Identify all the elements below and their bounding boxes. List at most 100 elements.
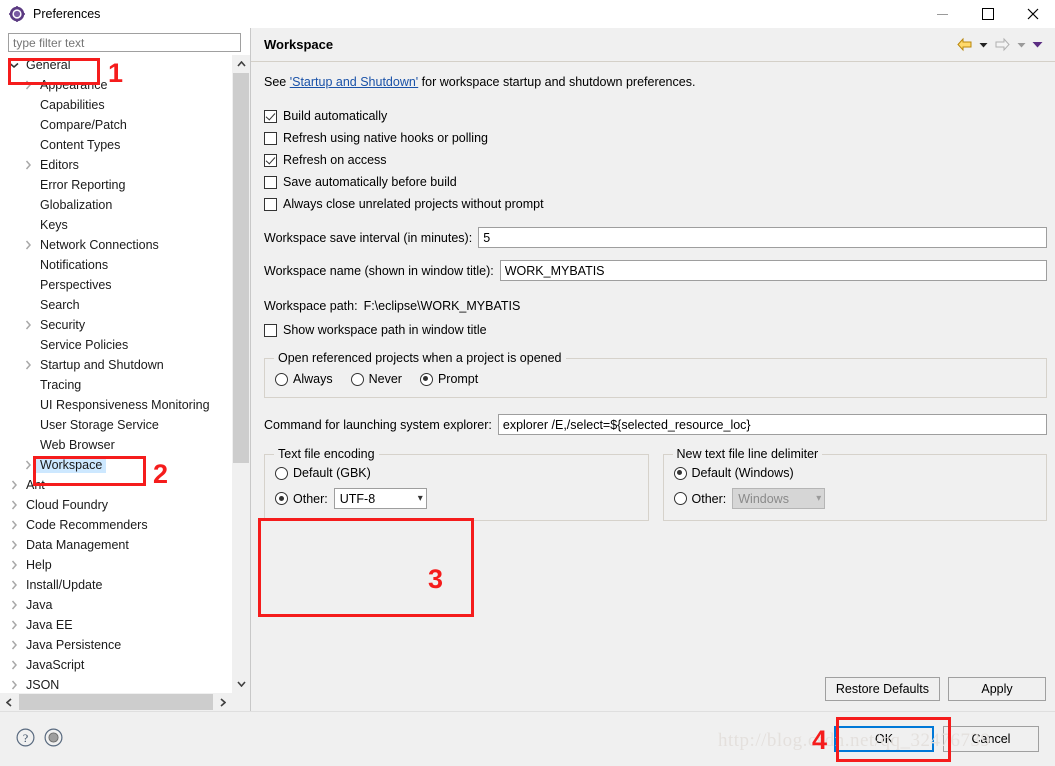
- search-input[interactable]: [8, 33, 241, 52]
- filter-circle-icon[interactable]: [44, 728, 63, 750]
- sidebar-item-general[interactable]: General: [0, 55, 232, 75]
- footer-icons: ?: [0, 728, 63, 750]
- sidebar-item-data-management[interactable]: Data Management: [0, 535, 232, 555]
- scroll-down-icon[interactable]: [232, 675, 250, 693]
- close-button[interactable]: [1010, 0, 1055, 28]
- sidebar-item-tracing[interactable]: Tracing: [0, 375, 232, 395]
- chevron-right-icon[interactable]: [20, 320, 36, 330]
- radio-box: [350, 372, 364, 386]
- chevron-right-icon[interactable]: [6, 640, 22, 650]
- checkbox-refresh-using-native-hooks-or-polling[interactable]: Refresh using native hooks or polling: [264, 127, 1047, 149]
- save-interval-input[interactable]: [478, 227, 1047, 248]
- sidebar-item-cloud-foundry[interactable]: Cloud Foundry: [0, 495, 232, 515]
- sidebar-item-web-browser[interactable]: Web Browser: [0, 435, 232, 455]
- view-menu-icon[interactable]: [1030, 39, 1045, 50]
- sidebar-item-ant[interactable]: Ant: [0, 475, 232, 495]
- show-workspace-path-checkbox[interactable]: Show workspace path in window title: [264, 319, 1047, 341]
- scroll-up-icon[interactable]: [232, 55, 250, 73]
- preference-tree[interactable]: General Appearance Capabilities Compare/Pat…: [0, 55, 232, 693]
- scroll-track[interactable]: [232, 73, 250, 675]
- chevron-right-icon[interactable]: [6, 480, 22, 490]
- sidebar-item-appearance[interactable]: Appearance: [0, 75, 232, 95]
- minimize-button[interactable]: [920, 0, 965, 28]
- scroll-left-icon[interactable]: [0, 693, 18, 711]
- sidebar-item-ui-responsiveness-monitoring[interactable]: UI Responsiveness Monitoring: [0, 395, 232, 415]
- sidebar-item-startup-and-shutdown[interactable]: Startup and Shutdown: [0, 355, 232, 375]
- chevron-right-icon[interactable]: [6, 660, 22, 670]
- sidebar-item-json[interactable]: JSON: [0, 675, 232, 693]
- help-question-icon[interactable]: ?: [16, 728, 35, 750]
- chevron-right-icon[interactable]: [20, 460, 36, 470]
- cancel-button[interactable]: Cancel: [943, 726, 1039, 752]
- radio-always[interactable]: Always: [275, 372, 333, 386]
- sidebar-item-search[interactable]: Search: [0, 295, 232, 315]
- sidebar-item-error-reporting[interactable]: Error Reporting: [0, 175, 232, 195]
- chevron-right-icon[interactable]: [20, 80, 36, 90]
- sidebar-item-perspectives[interactable]: Perspectives: [0, 275, 232, 295]
- chevron-right-icon[interactable]: [6, 560, 22, 570]
- sidebar-item-editors[interactable]: Editors: [0, 155, 232, 175]
- chevron-right-icon[interactable]: [6, 580, 22, 590]
- checkbox-always-close-unrelated-projects-without-prompt[interactable]: Always close unrelated projects without …: [264, 193, 1047, 215]
- maximize-button[interactable]: [965, 0, 1010, 28]
- chevron-right-icon[interactable]: [20, 160, 36, 170]
- hscroll-thumb[interactable]: [19, 694, 213, 710]
- scroll-thumb[interactable]: [233, 73, 249, 463]
- sidebar-item-service-policies[interactable]: Service Policies: [0, 335, 232, 355]
- sidebar-item-code-recommenders[interactable]: Code Recommenders: [0, 515, 232, 535]
- delimiter-default-radio[interactable]: Default (Windows): [673, 466, 1037, 480]
- sidebar-item-keys[interactable]: Keys: [0, 215, 232, 235]
- scroll-right-icon[interactable]: [214, 693, 232, 711]
- explorer-command-input[interactable]: [497, 414, 1047, 435]
- encoding-default-radio[interactable]: Default (GBK): [275, 466, 638, 480]
- sidebar-item-install-update[interactable]: Install/Update: [0, 575, 232, 595]
- checkbox-refresh-on-access[interactable]: Refresh on access: [264, 149, 1047, 171]
- tree-horizontal-scrollbar[interactable]: [0, 693, 250, 711]
- delimiter-other-radio[interactable]: Other: Windows ▾: [673, 488, 1037, 509]
- chevron-down-icon[interactable]: [6, 62, 22, 69]
- sidebar-item-notifications[interactable]: Notifications: [0, 255, 232, 275]
- sidebar-item-network-connections[interactable]: Network Connections: [0, 235, 232, 255]
- tree-vertical-scrollbar[interactable]: [231, 55, 250, 693]
- radio-never[interactable]: Never: [350, 372, 402, 386]
- sidebar-item-security[interactable]: Security: [0, 315, 232, 335]
- chevron-right-icon[interactable]: [6, 680, 22, 690]
- ok-button[interactable]: OK: [834, 726, 934, 752]
- forward-dropdown-icon[interactable]: [1015, 40, 1028, 50]
- sidebar-item-content-types[interactable]: Content Types: [0, 135, 232, 155]
- chevron-right-icon[interactable]: [6, 520, 22, 530]
- sidebar-item-capabilities[interactable]: Capabilities: [0, 95, 232, 115]
- sidebar-item-label: Editors: [40, 158, 79, 172]
- chevron-right-icon[interactable]: [6, 600, 22, 610]
- back-dropdown-icon[interactable]: [977, 40, 990, 50]
- restore-defaults-button[interactable]: Restore Defaults: [824, 677, 940, 701]
- encoding-other-radio[interactable]: Other: UTF-8 ▾: [275, 488, 638, 509]
- chevron-right-icon[interactable]: [20, 360, 36, 370]
- sidebar-item-javascript[interactable]: JavaScript: [0, 655, 232, 675]
- sidebar-item-java[interactable]: Java: [0, 595, 232, 615]
- chevron-right-icon[interactable]: [6, 500, 22, 510]
- chevron-right-icon[interactable]: [6, 540, 22, 550]
- apply-button[interactable]: Apply: [948, 677, 1046, 701]
- chevron-right-icon[interactable]: [6, 620, 22, 630]
- sidebar-item-java-ee[interactable]: Java EE: [0, 615, 232, 635]
- chevron-right-icon[interactable]: [20, 240, 36, 250]
- sidebar-item-compare-patch[interactable]: Compare/Patch: [0, 115, 232, 135]
- checkbox-box: [264, 323, 277, 337]
- back-arrow-icon[interactable]: [954, 35, 975, 54]
- forward-arrow-icon[interactable]: [992, 35, 1013, 54]
- sidebar-item-globalization[interactable]: Globalization: [0, 195, 232, 215]
- checkbox-save-automatically-before-build[interactable]: Save automatically before build: [264, 171, 1047, 193]
- startup-shutdown-link[interactable]: 'Startup and Shutdown': [290, 75, 418, 89]
- sidebar-item-help[interactable]: Help: [0, 555, 232, 575]
- sidebar-item-java-persistence[interactable]: Java Persistence: [0, 635, 232, 655]
- sidebar-item-label: Java EE: [26, 618, 73, 632]
- workspace-name-input[interactable]: [499, 260, 1047, 281]
- sidebar-item-user-storage-service[interactable]: User Storage Service: [0, 415, 232, 435]
- svg-text:?: ?: [23, 731, 28, 745]
- encoding-select[interactable]: UTF-8 ▾: [333, 488, 427, 509]
- sidebar-item-workspace[interactable]: Workspace: [0, 455, 232, 475]
- sidebar-item-label: Data Management: [26, 538, 129, 552]
- checkbox-build-automatically[interactable]: Build automatically: [264, 105, 1047, 127]
- radio-prompt[interactable]: Prompt: [419, 372, 478, 386]
